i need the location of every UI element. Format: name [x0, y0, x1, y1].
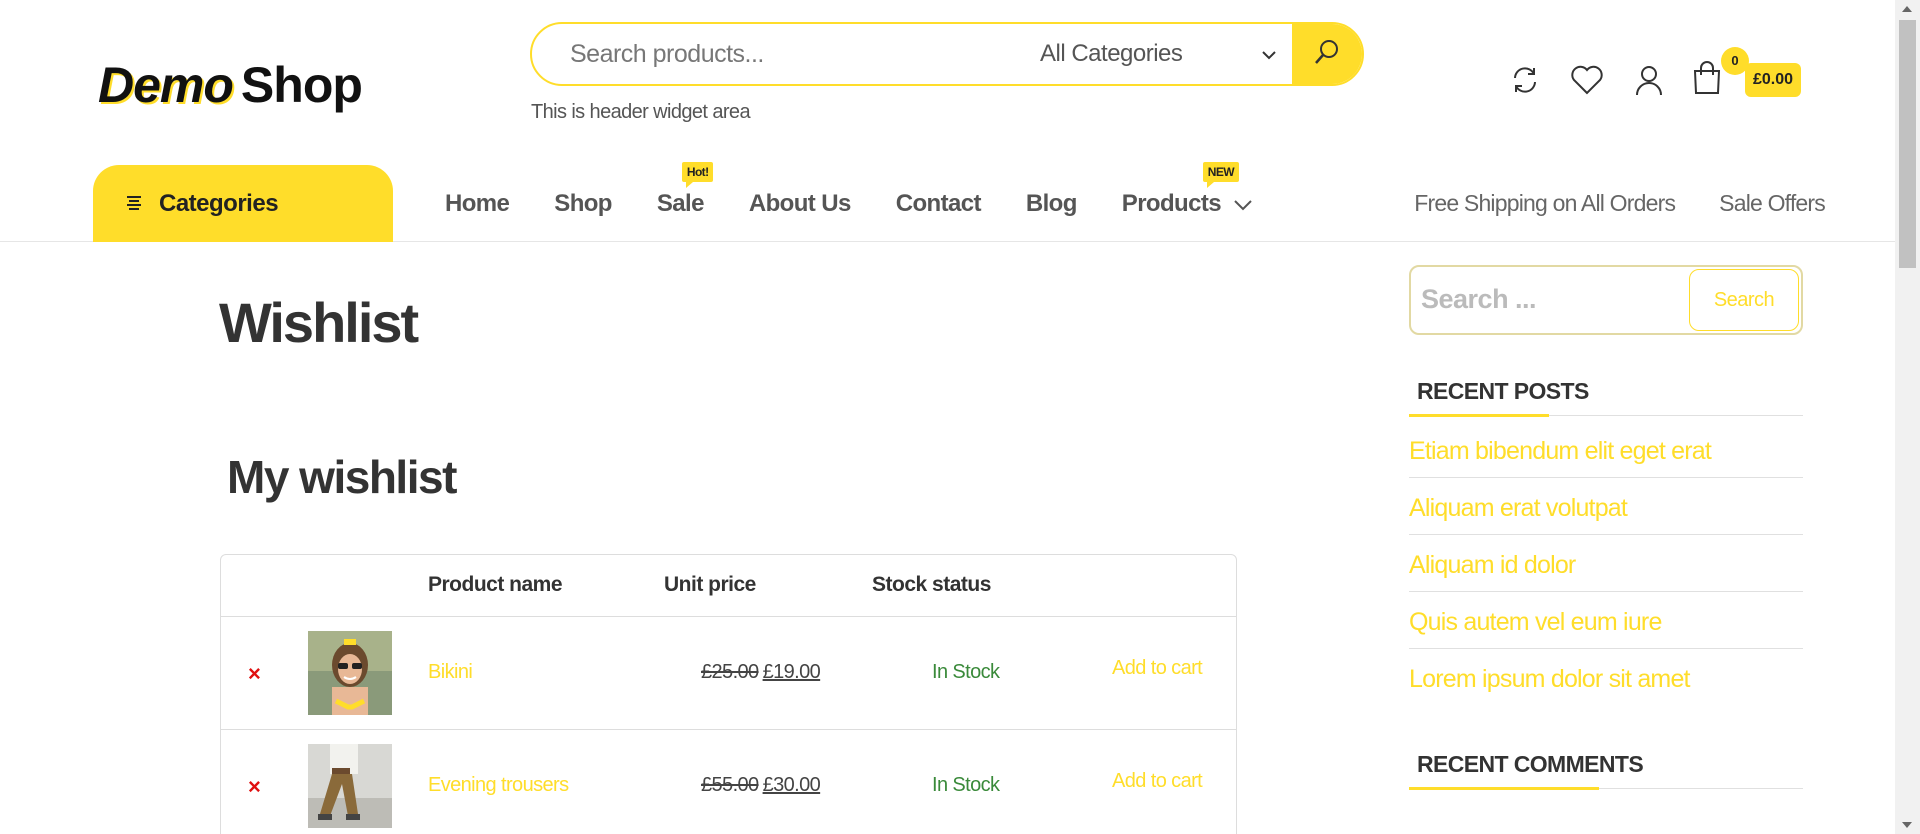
search-input[interactable] — [532, 24, 1030, 84]
table-header: Product name Unit price Stock status — [221, 555, 1236, 617]
nav-item-blog[interactable]: Blog — [1025, 189, 1078, 218]
stock-status: In Stock — [932, 661, 1000, 683]
scroll-thumb[interactable] — [1899, 20, 1916, 268]
main-navigation: Categories Home Shop Sale Hot! About Us … — [0, 161, 1895, 242]
recent-post-link[interactable]: Etiam bibendum elit eget erat — [1409, 437, 1803, 478]
product-name-link[interactable]: Bikini — [428, 661, 473, 684]
page-scrollbar[interactable] — [1895, 0, 1920, 834]
add-to-cart-button[interactable]: Add to cart — [1112, 770, 1203, 793]
sale-price: £19.00 — [762, 661, 821, 683]
recent-comments-title-text: RECENT COMMENTS — [1417, 751, 1644, 777]
scroll-down-arrow-icon[interactable] — [1902, 822, 1912, 828]
sidebar-search-input[interactable]: Search ... — [1421, 284, 1537, 315]
page-title: Wishlist — [219, 291, 419, 354]
recent-comments-title: RECENT COMMENTS — [1409, 751, 1803, 790]
nav-menu: Home Shop Sale Hot! About Us Contact Blo… — [445, 161, 1298, 242]
nav-item-label: Sale — [656, 189, 705, 217]
nav-item-products[interactable]: Products NEW — [1121, 161, 1253, 218]
nav-item-label: About Us — [748, 189, 851, 217]
header-widget-text: This is header widget area — [531, 101, 751, 123]
category-select[interactable]: All Categories — [1030, 24, 1292, 84]
nav-item-about[interactable]: About Us — [749, 190, 851, 218]
chevron-down-icon — [1233, 190, 1253, 218]
product-price: £25.00 £19.00 — [701, 661, 821, 684]
categories-label: Categories — [159, 189, 279, 217]
title-underline — [1409, 787, 1599, 790]
logo-shop: Shop — [240, 57, 363, 113]
cart-total: £0.00 — [1745, 63, 1802, 97]
remove-item-button[interactable]: × — [248, 661, 261, 687]
product-search-bar: All Categories — [530, 22, 1364, 86]
recent-post-link[interactable]: Quis autem vel eum iure — [1409, 608, 1803, 649]
column-product-name: Product name — [428, 573, 563, 596]
column-unit-price: Unit price — [664, 573, 756, 596]
search-button[interactable] — [1292, 24, 1362, 84]
table-row: × Evening trousers £55.00 £30.00 In Stock… — [221, 730, 1236, 834]
product-thumbnail-evening-trousers[interactable] — [308, 744, 392, 828]
nav-item-label: Home — [445, 189, 510, 217]
header-icons: 0 £0.00 — [1505, 46, 1802, 100]
table-row: × Bikini £25.00 £19.00 In Stock Add to ca… — [221, 617, 1236, 730]
nav-right-links: Free Shipping on All Orders Sale Offers — [1370, 165, 1826, 242]
nav-item-contact[interactable]: Contact — [895, 189, 982, 218]
product-price: £55.00 £30.00 — [701, 774, 821, 797]
nav-item-sale[interactable]: Sale Hot! — [656, 161, 714, 218]
chevron-down-icon — [1262, 44, 1276, 65]
hot-badge: Hot! — [681, 161, 714, 188]
categories-button[interactable]: Categories — [93, 165, 393, 242]
logo-demo: Demo — [98, 57, 234, 113]
nav-item-home[interactable]: Home — [445, 189, 510, 218]
category-select-value: All Categories — [1040, 40, 1183, 67]
product-name-link[interactable]: Evening trousers — [428, 774, 569, 797]
mini-cart[interactable]: 0 £0.00 — [1691, 46, 1802, 100]
wishlist-title: My wishlist — [227, 451, 457, 503]
recent-posts-title-text: RECENT POSTS — [1417, 378, 1589, 404]
search-icon — [1313, 38, 1341, 71]
scroll-up-arrow-icon[interactable] — [1902, 6, 1912, 12]
menu-icon — [125, 190, 143, 218]
column-stock-status: Stock status — [872, 573, 991, 596]
recent-posts-title: RECENT POSTS — [1409, 378, 1803, 417]
nav-item-label: Shop — [554, 189, 612, 217]
sidebar-search-button[interactable]: Search — [1689, 269, 1799, 331]
sale-price: £30.00 — [762, 774, 821, 796]
sale-offers-link[interactable]: Sale Offers — [1719, 190, 1826, 217]
old-price: £25.00 — [701, 661, 759, 683]
product-thumbnail-bikini[interactable] — [308, 631, 392, 715]
user-icon[interactable] — [1629, 60, 1669, 100]
free-shipping-link[interactable]: Free Shipping on All Orders — [1414, 190, 1676, 217]
remove-item-button[interactable]: × — [248, 774, 261, 800]
sidebar-search-form: Search ... Search — [1409, 265, 1803, 335]
nav-item-label: Blog — [1025, 189, 1078, 217]
recent-post-link[interactable]: Aliquam erat volutpat — [1409, 494, 1803, 535]
heart-icon[interactable] — [1567, 60, 1607, 100]
old-price: £55.00 — [701, 774, 759, 796]
stock-status: In Stock — [932, 774, 1000, 796]
wishlist-table: Product name Unit price Stock status × B… — [220, 554, 1237, 834]
compare-icon[interactable] — [1505, 60, 1545, 100]
nav-item-label: Products — [1121, 189, 1222, 217]
new-badge: NEW — [1202, 161, 1239, 188]
cart-count-badge: 0 — [1721, 46, 1749, 75]
recent-post-link[interactable]: Lorem ipsum dolor sit amet — [1409, 665, 1803, 705]
title-underline — [1409, 414, 1549, 417]
site-logo[interactable]: Demo Shop — [98, 55, 408, 115]
recent-post-link[interactable]: Aliquam id dolor — [1409, 551, 1803, 592]
nav-item-label: Contact — [895, 189, 982, 217]
add-to-cart-button[interactable]: Add to cart — [1112, 657, 1203, 680]
cart-icon — [1691, 60, 1723, 100]
nav-item-shop[interactable]: Shop — [554, 190, 612, 218]
